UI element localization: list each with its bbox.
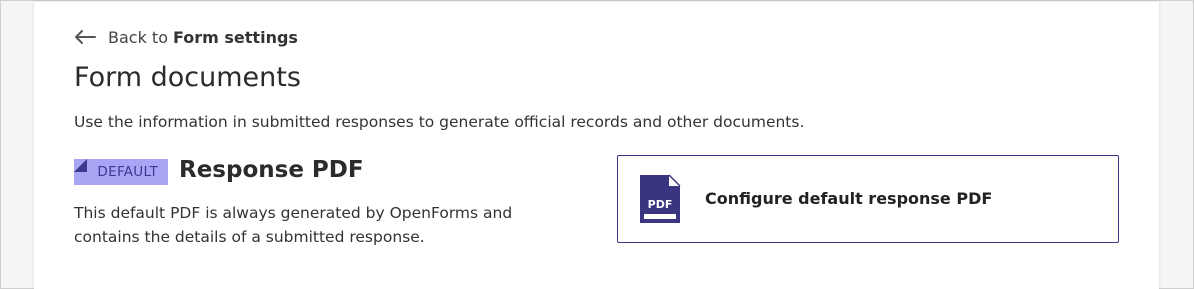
badge-corner-decoration xyxy=(74,159,87,172)
content-panel: Back to Form settings Form documents Use… xyxy=(34,2,1159,289)
back-link-prefix: Back to xyxy=(108,27,168,47)
window-frame: Back to Form settings Form documents Use… xyxy=(0,0,1194,289)
default-badge-label: DEFAULT xyxy=(97,164,158,180)
page-description: Use the information in submitted respons… xyxy=(74,113,805,131)
arrow-left-icon xyxy=(75,30,96,44)
pdf-file-icon: PDF xyxy=(640,174,681,223)
page-title: Form documents xyxy=(74,62,301,93)
default-badge: DEFAULT xyxy=(74,159,168,185)
pdf-icon-text: PDF xyxy=(648,198,673,211)
back-link-label: Back to Form settings xyxy=(108,28,298,47)
configure-card-label: Configure default response PDF xyxy=(705,189,993,208)
back-link-target: Form settings xyxy=(173,27,298,47)
back-to-form-settings-link[interactable]: Back to Form settings xyxy=(74,26,298,48)
response-pdf-heading: Response PDF xyxy=(179,157,364,183)
configure-default-response-pdf-card[interactable]: PDF Configure default response PDF xyxy=(617,155,1119,243)
response-pdf-description: This default PDF is always generated by … xyxy=(74,204,513,246)
